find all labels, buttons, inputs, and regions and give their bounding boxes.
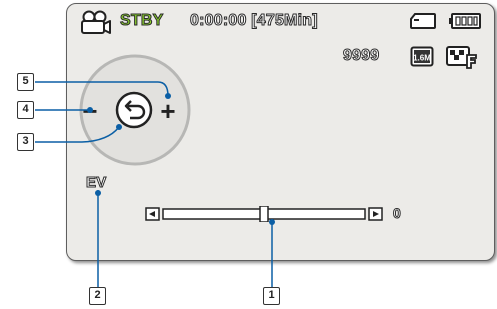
callout-4: 4 (17, 101, 34, 119)
callout-2: 2 (89, 287, 106, 305)
left-arrow-icon[interactable] (145, 207, 160, 221)
ev-label: EV (85, 174, 107, 192)
shots-remaining: 9999 (342, 47, 380, 65)
quality-fine-icon (446, 46, 477, 69)
minus-label[interactable]: − (82, 96, 97, 126)
callout-1: 1 (263, 287, 280, 305)
plus-label[interactable]: + (160, 96, 175, 126)
ev-slider[interactable] (145, 206, 385, 222)
remaining-time: [475Min] (251, 12, 318, 30)
timecode: 0:00:00 (190, 12, 247, 30)
ev-value: 0 (393, 205, 402, 222)
camcorder-icon (81, 10, 111, 34)
mode-status: STBY (119, 12, 164, 30)
resolution-label: 1.6M (413, 54, 431, 63)
resolution-icon: 1.6M (410, 46, 434, 67)
ev-adjust-dial[interactable]: − + (75, 50, 195, 170)
battery-full-icon (449, 13, 481, 29)
right-arrow-icon[interactable] (368, 207, 383, 221)
memory-card-icon (410, 13, 436, 29)
callout-5: 5 (17, 73, 34, 91)
slider-thumb[interactable] (259, 206, 269, 222)
callout-3: 3 (17, 133, 34, 151)
timecode-readout: 0:00:00 [475Min] (190, 12, 319, 30)
